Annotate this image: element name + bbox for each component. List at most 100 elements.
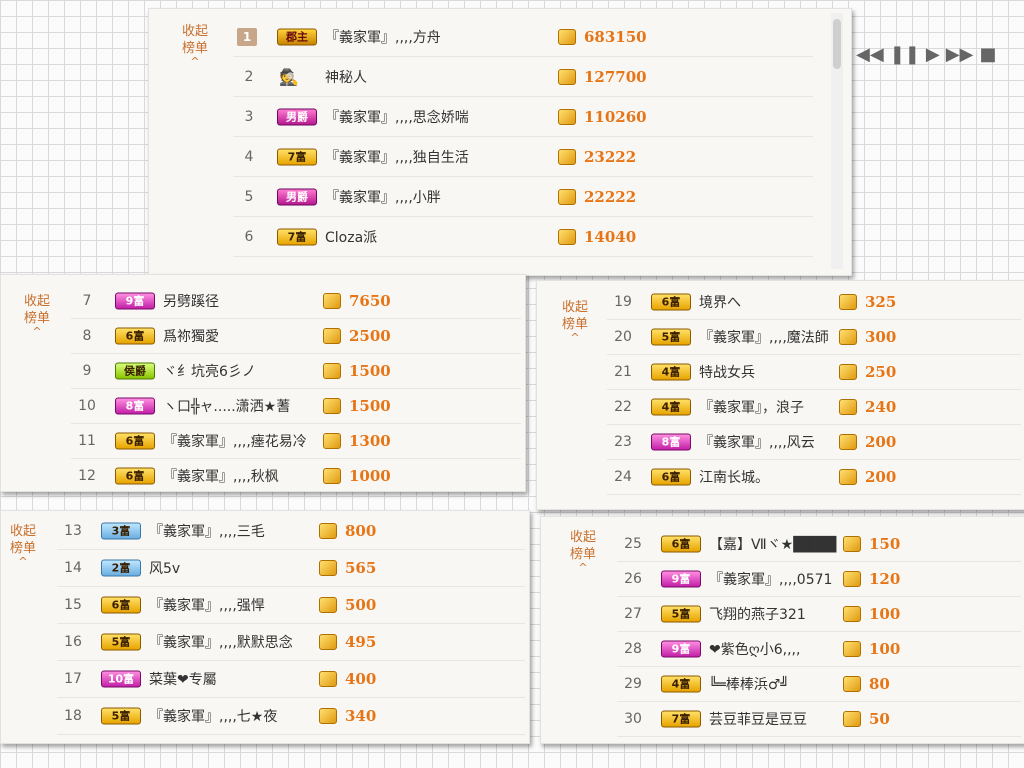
coin-icon xyxy=(839,329,857,345)
list-item[interactable]: 5 男爵 『義家軍』,,,,小胖 22222 xyxy=(233,177,813,217)
list-item[interactable]: 20 5富 『義家軍』,,,,魔法師 300 xyxy=(607,320,1021,355)
user-name[interactable]: ヽ口╬ャ.....潇洒★蓍 xyxy=(163,396,290,416)
user-name[interactable]: ❤紫色ღ小6,,,, xyxy=(709,639,800,659)
user-name[interactable]: 神秘人 xyxy=(325,67,367,87)
collapse-toggle[interactable]: 收起 榜单 ^ xyxy=(175,23,215,67)
list-item[interactable]: 11 6富 『義家軍』,,,,瘗花易冷 1300 xyxy=(71,424,521,459)
score-value: 565 xyxy=(345,559,377,577)
stop-icon[interactable]: ■ xyxy=(979,44,996,66)
list-item[interactable]: 29 4富 ╚═棒棒浜♂╝ 80 xyxy=(617,667,1021,702)
user-name[interactable]: 芸豆菲豆是豆豆 xyxy=(709,709,807,729)
user-name[interactable]: 『義家軍』，浪子 xyxy=(699,397,804,417)
user-name[interactable]: 境界へ xyxy=(699,292,741,312)
coin-icon xyxy=(558,188,576,205)
user-name[interactable]: 爲祢獨愛 xyxy=(163,326,219,346)
rank-number: 12 xyxy=(78,468,96,484)
rank-list: 7 9富 另劈蹊径 7650 8 6富 爲祢獨愛 2500 9 侯爵 ヾ纟坑亮6彡ノ 1500 10 8富… xyxy=(71,284,521,491)
list-item[interactable]: 3 男爵 『義家軍』,,,,思念娇喘 110260 xyxy=(233,97,813,137)
list-item[interactable]: 8 6富 爲祢獨愛 2500 xyxy=(71,319,521,354)
user-name[interactable]: 『義家軍』,,,,默默思念 xyxy=(149,632,293,652)
list-item[interactable]: 26 9富 『義家軍』,,,,0571 120 xyxy=(617,562,1021,597)
score-value: 495 xyxy=(345,633,377,651)
list-item[interactable]: 13 3富 『義家軍』,,,,三毛 800 xyxy=(57,513,525,550)
wealth-badge: 5富 xyxy=(101,707,141,725)
user-name[interactable]: 『義家軍』,,,,小胖 xyxy=(325,187,441,207)
user-name[interactable]: 飞翔的燕子321 xyxy=(709,604,806,624)
list-item[interactable]: 2 🕵 神秘人 127700 xyxy=(233,57,813,97)
collapse-toggle[interactable]: 收起 榜单 ^ xyxy=(3,523,43,567)
list-item[interactable]: 6 7富 Cloza派 14040 xyxy=(233,217,813,257)
user-name[interactable]: 『義家軍』,,,,0571 xyxy=(709,569,832,589)
rank-number: 5 xyxy=(244,188,254,205)
coin-icon xyxy=(843,536,861,552)
score-value: 2500 xyxy=(349,327,391,345)
list-item[interactable]: 25 6富 【嘉】Ⅶヾ★████ 150 xyxy=(617,527,1021,562)
collapse-label: 收起 xyxy=(181,24,208,39)
list-item[interactable]: 7 9富 另劈蹊径 7650 xyxy=(71,284,521,319)
wealth-badge: 9富 xyxy=(661,570,701,588)
list-item[interactable]: 21 4富 特战女兵 250 xyxy=(607,355,1021,390)
coin-icon xyxy=(319,671,337,687)
list-item[interactable]: 28 9富 ❤紫色ღ小6,,,, 100 xyxy=(617,632,1021,667)
user-name[interactable]: 另劈蹊径 xyxy=(163,291,219,311)
score-value: 150 xyxy=(869,535,901,553)
user-name[interactable]: 『義家軍』,,,,三毛 xyxy=(149,521,265,541)
user-name[interactable]: 『義家軍』,,,,秋枫 xyxy=(163,466,279,486)
rank-number: 14 xyxy=(64,560,82,576)
collapse-toggle[interactable]: 收起 榜单 ^ xyxy=(555,299,595,343)
list-item[interactable]: 24 6富 江南长城。 200 xyxy=(607,460,1021,495)
user-name[interactable]: 特战女兵 xyxy=(699,362,755,382)
collapse-toggle[interactable]: 收起 榜单 ^ xyxy=(17,293,57,337)
list-item[interactable]: 30 7富 芸豆菲豆是豆豆 50 xyxy=(617,702,1021,737)
score-value: 500 xyxy=(345,596,377,614)
coin-icon xyxy=(843,676,861,692)
user-name[interactable]: 『義家軍』,,,,方舟 xyxy=(325,27,441,47)
leaderboard-label: 榜单 xyxy=(569,547,596,562)
fast-forward-icon[interactable]: ▶▶ xyxy=(946,44,974,66)
score-value: 7650 xyxy=(349,292,391,310)
user-name[interactable]: ヾ纟坑亮6彡ノ xyxy=(163,361,256,381)
scrollbar-thumb[interactable] xyxy=(833,19,841,69)
user-name[interactable]: Cloza派 xyxy=(325,227,377,247)
rank-list: 1 郡主 『義家軍』,,,,方舟 683150 2 🕵 神秘人 127700 3 男爵 『義家軍』,… xyxy=(233,17,813,257)
user-name[interactable]: 『義家軍』,,,,风云 xyxy=(699,432,815,452)
list-item[interactable]: 23 8富 『義家軍』,,,,风云 200 xyxy=(607,425,1021,460)
coin-icon xyxy=(839,434,857,450)
user-name[interactable]: 『義家軍』,,,,独自生活 xyxy=(325,147,469,167)
wealth-badge: 6富 xyxy=(661,535,701,553)
media-controls: ◀◀ ❚❚ ▶ ▶▶ ■ xyxy=(856,44,996,66)
list-item[interactable]: 14 2富 风5v 565 xyxy=(57,550,525,587)
user-name[interactable]: ╚═棒棒浜♂╝ xyxy=(709,674,789,694)
user-name[interactable]: 『義家軍』,,,,魔法師 xyxy=(699,327,829,347)
list-item[interactable]: 22 4富 『義家軍』，浪子 240 xyxy=(607,390,1021,425)
list-item[interactable]: 27 5富 飞翔的燕子321 100 xyxy=(617,597,1021,632)
user-name[interactable]: 风5v xyxy=(149,558,180,578)
list-item[interactable]: 18 5富 『義家軍』,,,,七★夜 340 xyxy=(57,698,525,735)
rank-number: 28 xyxy=(624,641,642,657)
list-item[interactable]: 9 侯爵 ヾ纟坑亮6彡ノ 1500 xyxy=(71,354,521,389)
user-name[interactable]: 菜葉❤专屬 xyxy=(149,669,217,689)
coin-icon xyxy=(839,294,857,310)
user-name[interactable]: 『義家軍』,,,,思念娇喘 xyxy=(325,107,469,127)
score-value: 100 xyxy=(869,605,901,623)
collapse-toggle[interactable]: 收起 榜单 ^ xyxy=(563,529,603,573)
list-item[interactable]: 17 10富 菜葉❤专屬 400 xyxy=(57,661,525,698)
rewind-icon[interactable]: ◀◀ xyxy=(856,44,884,66)
play-icon[interactable]: ▶ xyxy=(926,44,940,66)
coin-icon xyxy=(843,641,861,657)
user-name[interactable]: 『義家軍』,,,,瘗花易冷 xyxy=(163,431,307,451)
user-name[interactable]: 『義家軍』,,,,七★夜 xyxy=(149,706,277,726)
pause-icon[interactable]: ❚❚ xyxy=(890,44,920,66)
list-item[interactable]: 10 8富 ヽ口╬ャ.....潇洒★蓍 1500 xyxy=(71,389,521,424)
list-item[interactable]: 16 5富 『義家軍』,,,,默默思念 495 xyxy=(57,624,525,661)
list-item[interactable]: 4 7富 『義家軍』,,,,独自生活 23222 xyxy=(233,137,813,177)
list-item[interactable]: 1 郡主 『義家軍』,,,,方舟 683150 xyxy=(233,17,813,57)
wealth-badge: 4富 xyxy=(651,363,691,381)
user-name[interactable]: 江南长城。 xyxy=(699,467,769,487)
list-item[interactable]: 15 6富 『義家軍』,,,,强悍 500 xyxy=(57,587,525,624)
user-name[interactable]: 【嘉】Ⅶヾ★████ xyxy=(709,534,836,554)
list-item[interactable]: 19 6富 境界へ 325 xyxy=(607,285,1021,320)
user-name[interactable]: 『義家軍』,,,,强悍 xyxy=(149,595,265,615)
list-item[interactable]: 12 6富 『義家軍』,,,,秋枫 1000 xyxy=(71,459,521,491)
rank-number: 24 xyxy=(614,469,632,485)
